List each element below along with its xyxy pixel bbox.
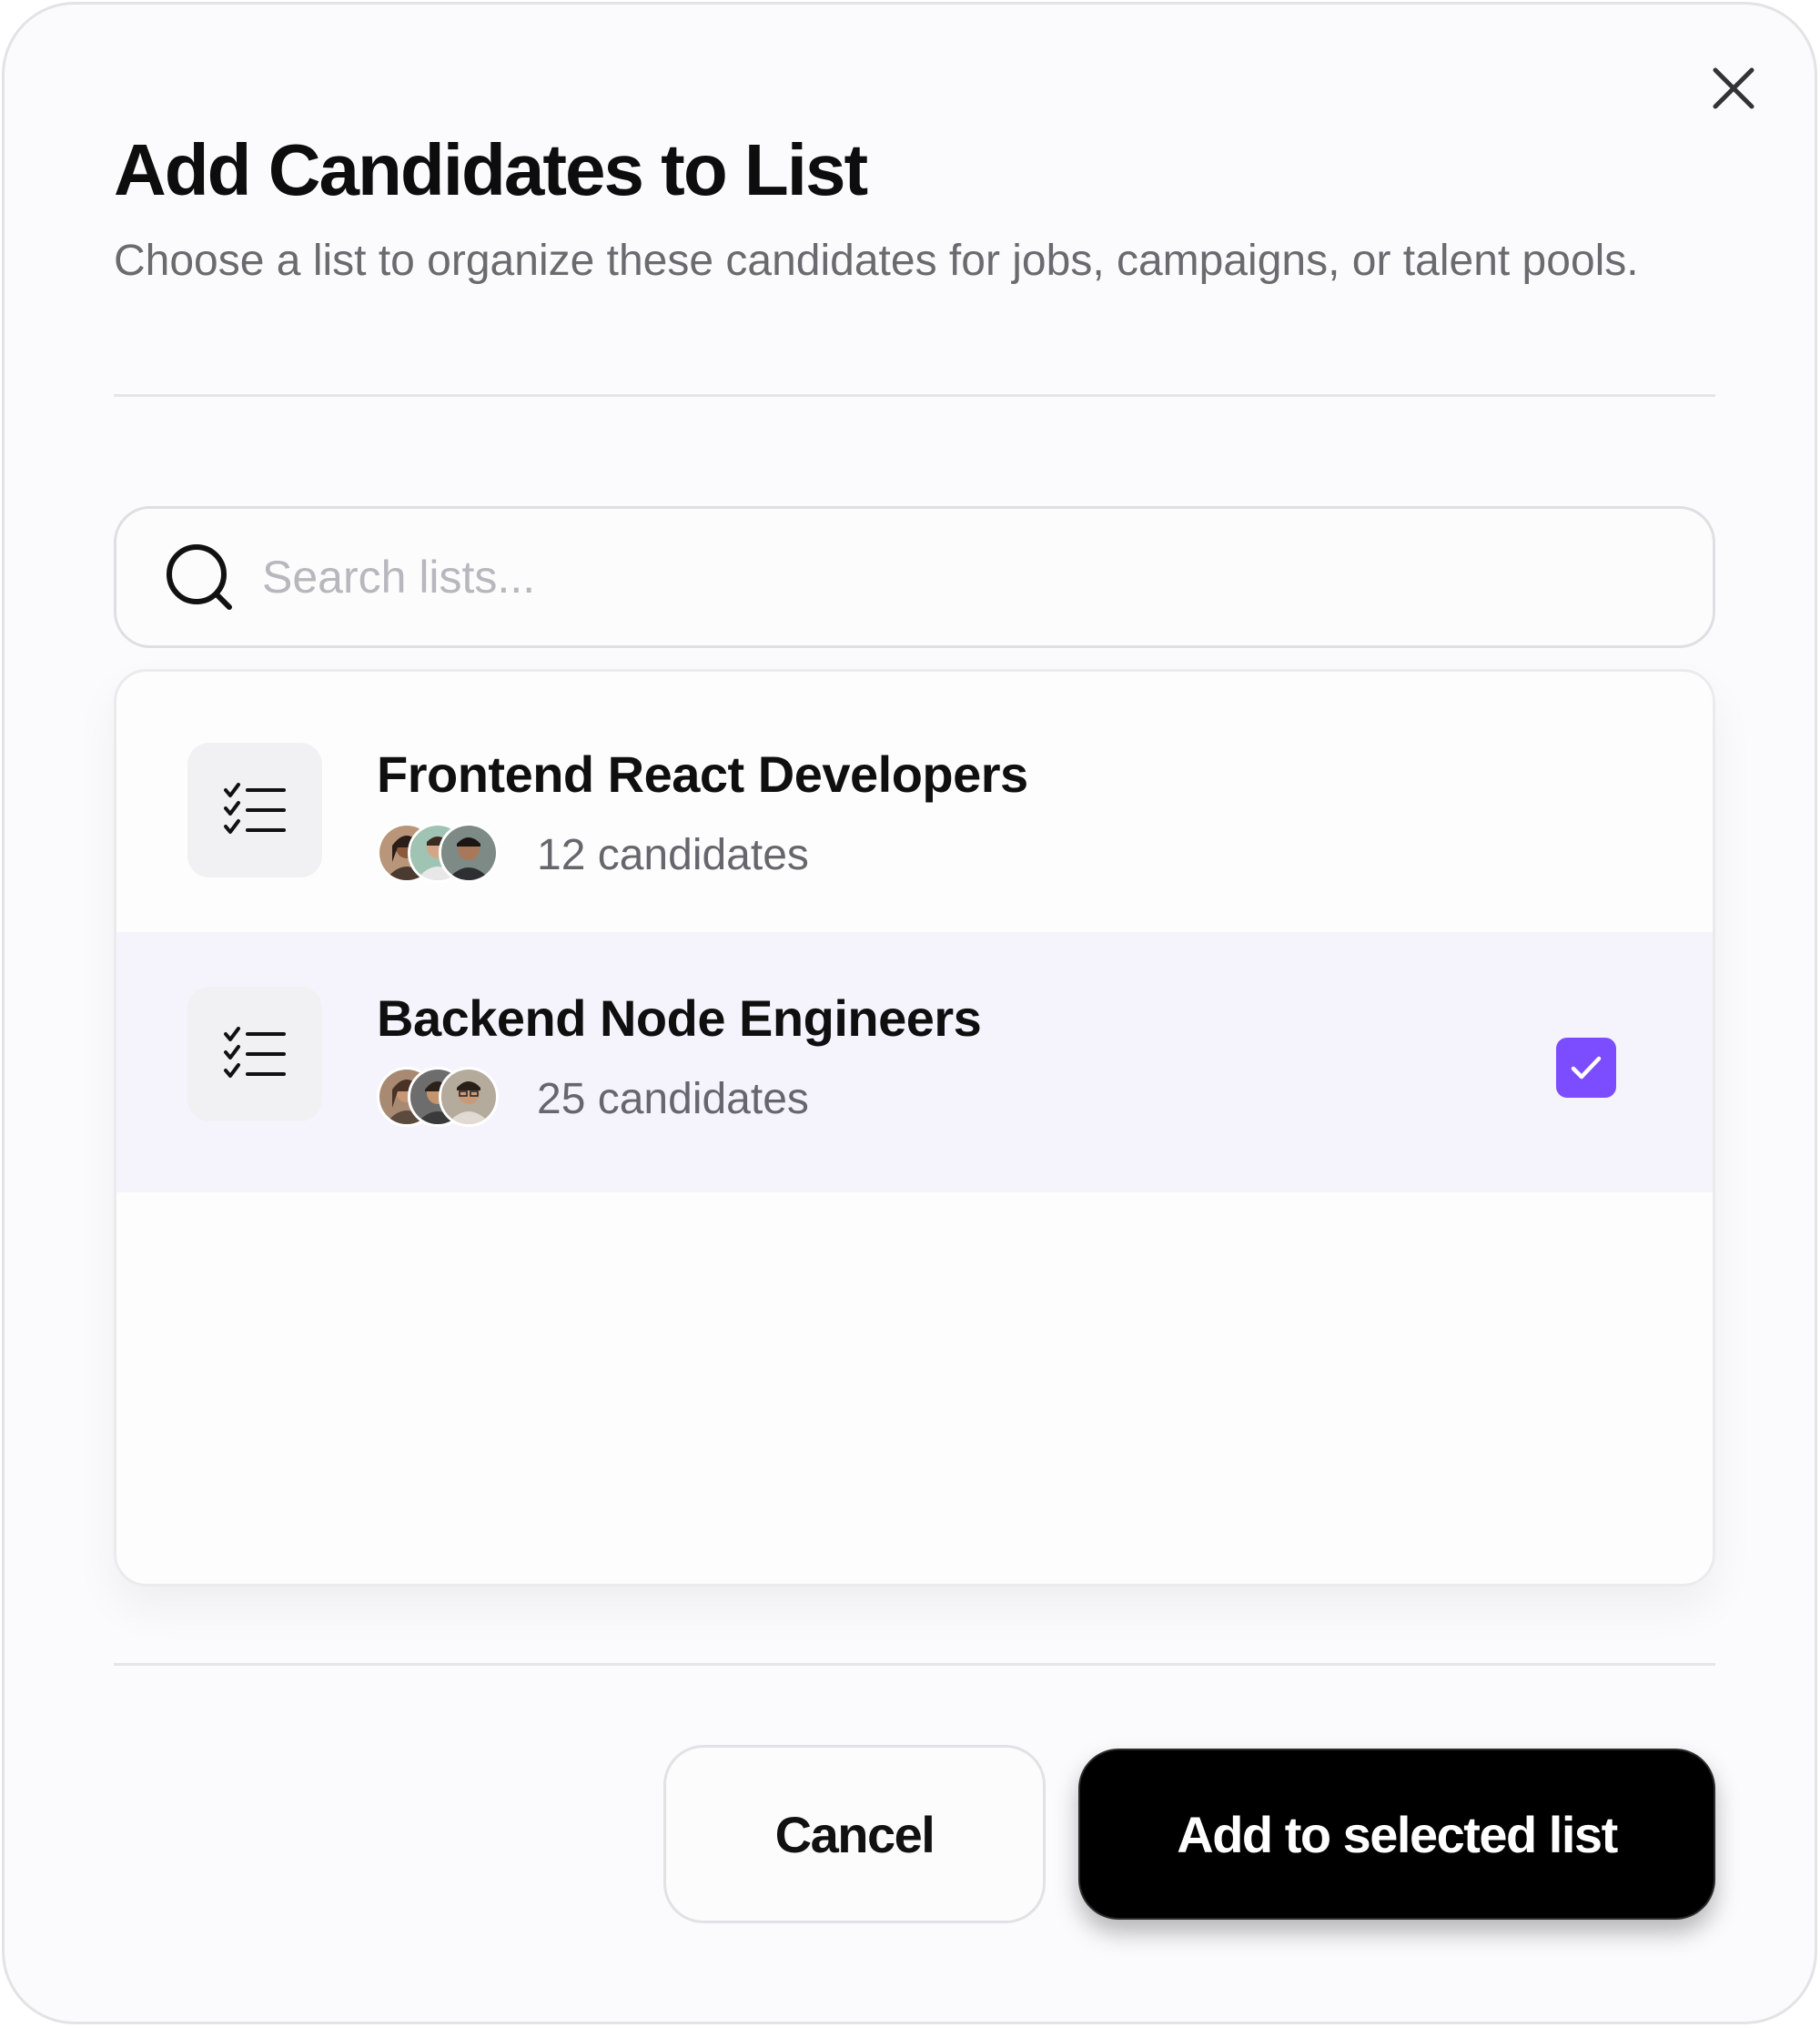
candidate-count: 12 candidates xyxy=(537,831,809,879)
close-button[interactable] xyxy=(1706,61,1761,116)
search-icon xyxy=(167,544,232,610)
dialog-title: Add Candidates to List xyxy=(114,129,868,210)
list-name: Backend Node Engineers xyxy=(377,989,982,1047)
close-icon xyxy=(1713,67,1754,109)
selected-checkbox[interactable] xyxy=(1556,1038,1616,1098)
add-to-selected-list-button[interactable]: Add to selected list xyxy=(1078,1749,1715,1920)
avatar xyxy=(439,823,499,883)
search-input[interactable] xyxy=(262,536,1682,618)
avatar-group xyxy=(377,1067,504,1127)
dialog-subtitle: Choose a list to organize these candidat… xyxy=(114,237,1639,285)
checklist-icon xyxy=(224,1027,286,1078)
list-icon-container xyxy=(187,743,322,877)
footer-divider xyxy=(114,1663,1715,1666)
avatar xyxy=(439,1067,499,1127)
header-divider xyxy=(114,394,1715,397)
candidate-count: 25 candidates xyxy=(537,1075,809,1123)
avatar-group xyxy=(377,823,504,883)
list-item-frontend-react-developers[interactable]: Frontend React Developers 12 candidates xyxy=(116,672,1713,932)
search-box[interactable] xyxy=(114,506,1715,648)
add-to-list-dialog: Add Candidates to List Choose a list to … xyxy=(2,2,1817,2024)
list-icon-container xyxy=(187,987,322,1121)
cancel-button[interactable]: Cancel xyxy=(663,1745,1046,1923)
list-name: Frontend React Developers xyxy=(377,745,1028,803)
check-icon xyxy=(1571,1056,1602,1080)
list-item-backend-node-engineers[interactable]: Backend Node Engineers 25 candidates xyxy=(116,932,1713,1192)
lists-panel: Frontend React Developers 12 candidates xyxy=(114,669,1715,1587)
checklist-icon xyxy=(224,783,286,834)
